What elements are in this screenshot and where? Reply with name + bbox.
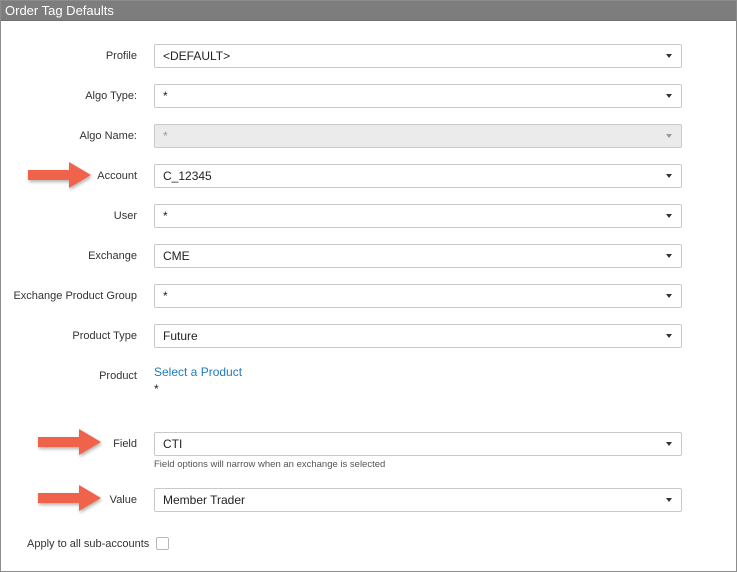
user-select[interactable]: * bbox=[154, 204, 682, 228]
chevron-down-icon bbox=[666, 442, 672, 446]
chevron-down-icon bbox=[666, 94, 672, 98]
profile-label: Profile bbox=[105, 50, 137, 62]
value-select[interactable]: Member Trader bbox=[154, 488, 682, 512]
order-tag-defaults-panel: Order Tag Defaults Profile <DEFAULT> Alg… bbox=[0, 0, 737, 572]
field-label: Field bbox=[113, 438, 137, 450]
value-row: Value Member Trader bbox=[1, 485, 736, 512]
field-select[interactable]: CTI bbox=[154, 432, 682, 456]
algo-name-row: Algo Name: * bbox=[1, 124, 736, 148]
chevron-down-icon bbox=[666, 134, 672, 138]
profile-select[interactable]: <DEFAULT> bbox=[154, 44, 682, 68]
profile-value: <DEFAULT> bbox=[163, 49, 231, 63]
apply-sub-accounts-row: Apply to all sub-accounts bbox=[1, 532, 736, 556]
right-arrow-icon bbox=[28, 162, 91, 188]
apply-sub-accounts-checkbox[interactable] bbox=[156, 537, 169, 550]
algo-name-value: * bbox=[163, 129, 168, 143]
account-select[interactable]: C_12345 bbox=[154, 164, 682, 188]
chevron-down-icon bbox=[666, 54, 672, 58]
panel-title: Order Tag Defaults bbox=[1, 1, 736, 21]
value-label: Value bbox=[109, 494, 137, 506]
algo-name-select: * bbox=[154, 124, 682, 148]
algo-type-label: Algo Type: bbox=[85, 90, 137, 102]
right-arrow-icon bbox=[38, 429, 101, 455]
profile-row: Profile <DEFAULT> bbox=[1, 44, 736, 68]
field-value: CTI bbox=[163, 437, 183, 451]
user-value: * bbox=[163, 209, 168, 223]
algo-type-row: Algo Type: * bbox=[1, 84, 736, 108]
product-type-value: Future bbox=[163, 329, 198, 343]
exchange-product-group-value: * bbox=[163, 289, 168, 303]
exchange-label: Exchange bbox=[88, 250, 137, 262]
value-value: Member Trader bbox=[163, 493, 246, 507]
exchange-product-group-label: Exchange Product Group bbox=[13, 290, 137, 302]
user-label: User bbox=[113, 210, 137, 222]
right-arrow-icon bbox=[38, 485, 101, 511]
account-label: Account bbox=[97, 170, 137, 182]
chevron-down-icon bbox=[666, 214, 672, 218]
product-label: Product bbox=[99, 370, 137, 382]
chevron-down-icon bbox=[666, 294, 672, 298]
algo-type-select[interactable]: * bbox=[154, 84, 682, 108]
field-hint: Field options will narrow when an exchan… bbox=[154, 459, 386, 470]
product-value: * bbox=[154, 382, 159, 396]
form-body: Profile <DEFAULT> Algo Type: * Algo Name… bbox=[1, 21, 736, 571]
product-row: Product Select a Product * bbox=[1, 364, 736, 396]
account-row: Account C_12345 bbox=[1, 162, 736, 188]
algo-name-label: Algo Name: bbox=[79, 130, 137, 142]
exchange-product-group-select[interactable]: * bbox=[154, 284, 682, 308]
user-row: User * bbox=[1, 204, 736, 228]
select-product-link[interactable]: Select a Product bbox=[154, 364, 242, 380]
exchange-select[interactable]: CME bbox=[154, 244, 682, 268]
chevron-down-icon bbox=[666, 498, 672, 502]
product-type-select[interactable]: Future bbox=[154, 324, 682, 348]
exchange-row: Exchange CME bbox=[1, 244, 736, 268]
chevron-down-icon bbox=[666, 254, 672, 258]
product-type-row: Product Type Future bbox=[1, 324, 736, 348]
algo-type-value: * bbox=[163, 89, 168, 103]
account-value: C_12345 bbox=[163, 169, 212, 183]
product-type-label: Product Type bbox=[72, 330, 137, 342]
chevron-down-icon bbox=[666, 174, 672, 178]
chevron-down-icon bbox=[666, 334, 672, 338]
exchange-value: CME bbox=[163, 249, 190, 263]
exchange-product-group-row: Exchange Product Group * bbox=[1, 284, 736, 308]
apply-sub-accounts-label: Apply to all sub-accounts bbox=[27, 538, 150, 550]
field-row: Field CTI Field options will narrow when… bbox=[1, 429, 736, 470]
